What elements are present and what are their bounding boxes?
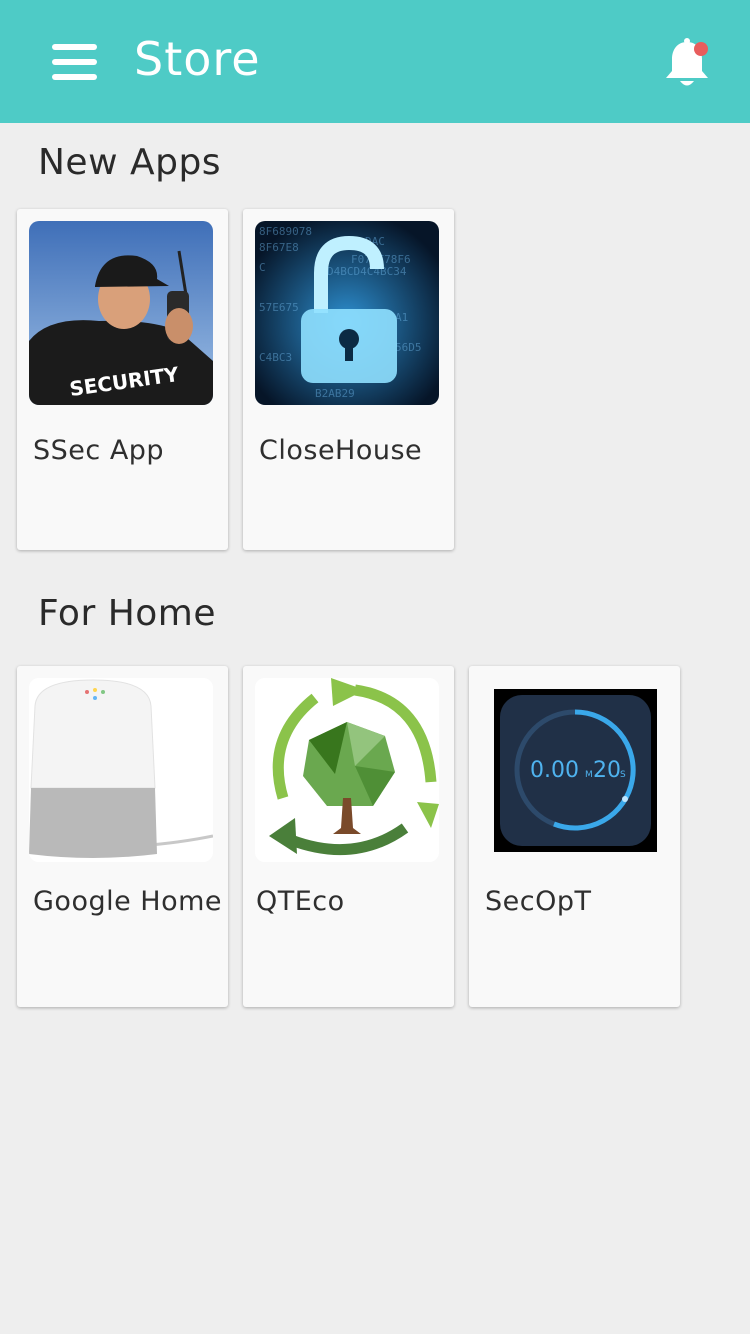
- notification-badge: [694, 42, 708, 56]
- svg-text:D4BCD4C4BC34: D4BCD4C4BC34: [327, 265, 407, 278]
- app-name: QTEco: [256, 886, 345, 917]
- section-title-for-home: For Home: [38, 593, 217, 634]
- app-name: SSec App: [33, 435, 165, 466]
- app-card-closehouse[interactable]: 8F689078 DAC 8F67E8 F07EF78F6 C D4BCD4C4BC3…: [243, 209, 454, 550]
- app-bar: Store: [0, 0, 750, 123]
- svg-text:57E675: 57E675: [259, 301, 299, 314]
- app-card-ssec[interactable]: SECURITY SSec App: [17, 209, 228, 550]
- timer-minute-unit: M: [585, 770, 593, 780]
- svg-text:C4BC3: C4BC3: [259, 351, 292, 364]
- app-thumbnail-qteco: [255, 678, 439, 862]
- timer-minutes: 20: [593, 758, 621, 783]
- app-thumbnail-closehouse: 8F689078 DAC 8F67E8 F07EF78F6 C D4BCD4C4BC3…: [255, 221, 439, 405]
- app-card-google-home[interactable]: Google Home: [17, 666, 228, 1007]
- app-thumbnail-secopt: 0.00 M 20 S: [494, 689, 657, 852]
- section-title-new-apps: New Apps: [38, 142, 222, 183]
- bell-icon[interactable]: [660, 36, 714, 90]
- svg-text:C: C: [259, 261, 266, 274]
- svg-text:56D5: 56D5: [395, 341, 422, 354]
- hamburger-menu-icon[interactable]: [52, 44, 97, 80]
- svg-text:B2AB29: B2AB29: [315, 387, 355, 400]
- app-card-secopt[interactable]: 0.00 M 20 S SecOpT: [469, 666, 680, 1007]
- app-name: SecOpT: [485, 886, 592, 917]
- timer-second-unit: S: [620, 770, 626, 780]
- app-thumbnail-ssec: SECURITY: [29, 221, 213, 405]
- svg-text:8F689078: 8F689078: [259, 225, 312, 238]
- app-name: CloseHouse: [259, 435, 423, 466]
- timer-time: 0.00: [530, 758, 579, 783]
- svg-text:8F67E8: 8F67E8: [259, 241, 299, 254]
- page-title: Store: [134, 32, 261, 86]
- app-card-qteco[interactable]: QTEco: [243, 666, 454, 1007]
- app-thumbnail-google-home: [29, 678, 213, 862]
- app-name: Google Home: [33, 886, 223, 917]
